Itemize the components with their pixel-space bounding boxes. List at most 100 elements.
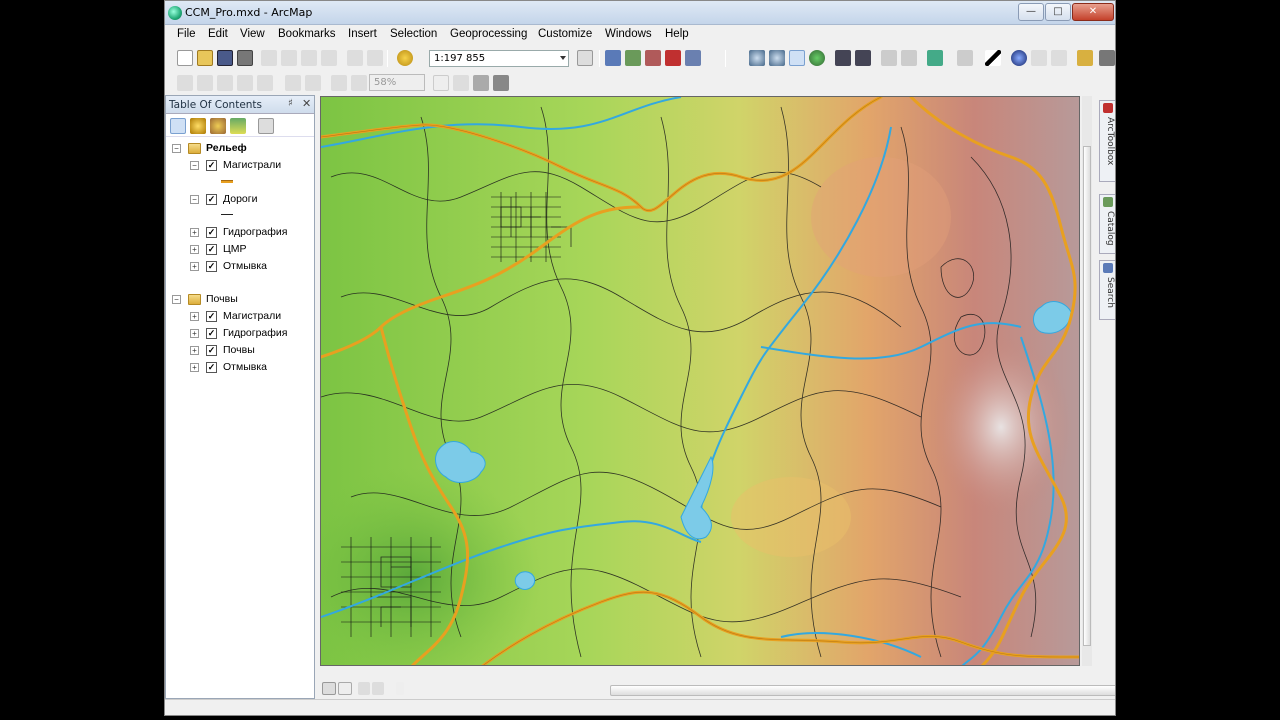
find-icon[interactable] xyxy=(1099,50,1115,66)
copy-icon[interactable] xyxy=(281,50,297,66)
toc-layer[interactable]: + ✓ Гидрография xyxy=(188,225,312,241)
expand-icon[interactable]: + xyxy=(190,228,199,237)
layer-visibility-checkbox[interactable]: ✓ xyxy=(206,328,217,339)
catalog-tab[interactable]: Catalog xyxy=(1099,194,1115,254)
expand-icon[interactable]: + xyxy=(190,346,199,355)
add-data-icon[interactable] xyxy=(397,50,413,66)
pin-icon[interactable]: ♯ xyxy=(288,98,293,109)
layer-visibility-checkbox[interactable]: ✓ xyxy=(206,345,217,356)
select-arrow-icon[interactable] xyxy=(985,50,1001,66)
toc-layer[interactable]: − ✓ Дороги xyxy=(188,192,312,208)
change-layout-icon[interactable] xyxy=(473,75,489,91)
menu-edit[interactable]: Edit xyxy=(208,28,228,40)
toc-layer[interactable]: + ✓ Почвы xyxy=(188,343,312,359)
layout-pan-icon[interactable] xyxy=(217,75,233,91)
layer-visibility-checkbox[interactable]: ✓ xyxy=(206,362,217,373)
new-document-icon[interactable] xyxy=(177,50,193,66)
layer-visibility-checkbox[interactable]: ✓ xyxy=(206,261,217,272)
redo-icon[interactable] xyxy=(367,50,383,66)
list-by-source-icon[interactable] xyxy=(190,118,206,134)
vertical-scroll-thumb[interactable] xyxy=(1083,146,1091,646)
expand-icon[interactable]: + xyxy=(190,363,199,372)
zoom-whole-page-icon[interactable] xyxy=(237,75,253,91)
map-vertical-scrollbar[interactable] xyxy=(1082,96,1092,666)
expand-icon[interactable]: + xyxy=(190,329,199,338)
expand-icon[interactable]: + xyxy=(190,312,199,321)
layer-visibility-checkbox[interactable]: ✓ xyxy=(206,160,217,171)
chevron-down-icon[interactable] xyxy=(560,56,566,60)
data-driven-pages-icon[interactable] xyxy=(493,75,509,91)
toggle-draft-mode-icon[interactable] xyxy=(433,75,449,91)
search-tab[interactable]: Search xyxy=(1099,260,1115,320)
collapse-icon[interactable]: − xyxy=(172,295,181,304)
cut-icon[interactable] xyxy=(261,50,277,66)
layer-visibility-checkbox[interactable]: ✓ xyxy=(206,194,217,205)
menu-bookmarks[interactable]: Bookmarks xyxy=(278,28,336,40)
zoom-100-percent-icon[interactable] xyxy=(257,75,273,91)
layout-zoom-percent-field[interactable]: 58% xyxy=(369,74,425,91)
toc-group-relief[interactable]: − Рельеф xyxy=(170,141,310,157)
toc-group-soils[interactable]: − Почвы xyxy=(170,292,310,308)
zoom-out-icon[interactable] xyxy=(769,50,785,66)
pause-drawing-icon[interactable] xyxy=(372,682,384,695)
list-by-selection-icon[interactable] xyxy=(230,118,246,134)
measure-icon[interactable] xyxy=(1077,50,1093,66)
minimize-button[interactable]: — xyxy=(1018,3,1044,21)
next-page-extent-icon[interactable] xyxy=(351,75,367,91)
clear-selection-icon[interactable] xyxy=(957,50,973,66)
toc-layer[interactable]: + ✓ Отмывка xyxy=(188,259,312,275)
open-folder-icon[interactable] xyxy=(197,50,213,66)
identify-icon[interactable] xyxy=(1011,50,1027,66)
menu-view[interactable]: View xyxy=(240,28,265,40)
toc-layer[interactable]: + ✓ Гидрография xyxy=(188,326,312,342)
list-by-drawing-order-icon[interactable] xyxy=(170,118,186,134)
expand-icon[interactable]: + xyxy=(190,245,199,254)
arctoolbox-icon[interactable] xyxy=(665,50,681,66)
fixed-zoom-in-page-icon[interactable] xyxy=(285,75,301,91)
delete-icon[interactable] xyxy=(321,50,337,66)
print-icon[interactable] xyxy=(237,50,253,66)
menu-geoprocessing[interactable]: Geoprocessing xyxy=(450,28,527,40)
focus-data-frame-icon[interactable] xyxy=(453,75,469,91)
hyperlink-icon[interactable] xyxy=(1031,50,1047,66)
zoom-in-icon[interactable] xyxy=(749,50,765,66)
menu-customize[interactable]: Customize xyxy=(538,28,592,40)
expand-icon[interactable]: + xyxy=(190,262,199,271)
collapse-icon[interactable]: − xyxy=(172,144,181,153)
collapse-icon[interactable]: − xyxy=(190,195,199,204)
map-display[interactable] xyxy=(320,96,1080,666)
close-button[interactable]: ✕ xyxy=(1072,3,1114,21)
catalog-icon[interactable] xyxy=(625,50,641,66)
arctoolbox-tab[interactable]: ArcToolbox xyxy=(1099,100,1115,182)
full-extent-icon[interactable] xyxy=(809,50,825,66)
forward-extent-icon[interactable] xyxy=(901,50,917,66)
layer-visibility-checkbox[interactable]: ✓ xyxy=(206,227,217,238)
refresh-icon[interactable] xyxy=(358,682,370,695)
layer-visibility-checkbox[interactable]: ✓ xyxy=(206,244,217,255)
toc-layer[interactable]: − ✓ Магистрали xyxy=(188,158,312,174)
menu-insert[interactable]: Insert xyxy=(348,28,377,40)
toc-layer[interactable]: + ✓ ЦМР xyxy=(188,242,312,258)
menu-file[interactable]: File xyxy=(177,28,196,40)
paste-icon[interactable] xyxy=(301,50,317,66)
menu-help[interactable]: Help xyxy=(665,28,689,40)
menu-selection[interactable]: Selection xyxy=(390,28,437,40)
terrain-map[interactable] xyxy=(321,97,1080,666)
layer-visibility-checkbox[interactable]: ✓ xyxy=(206,311,217,322)
data-view-icon[interactable] xyxy=(322,682,336,695)
fixed-zoom-out-icon[interactable] xyxy=(855,50,871,66)
menu-windows[interactable]: Windows xyxy=(605,28,652,40)
maximize-button[interactable]: □ xyxy=(1045,3,1071,21)
select-features-icon[interactable] xyxy=(927,50,943,66)
list-by-visibility-icon[interactable] xyxy=(210,118,226,134)
options-icon[interactable] xyxy=(258,118,274,134)
save-icon[interactable] xyxy=(217,50,233,66)
layout-view-icon[interactable] xyxy=(338,682,352,695)
layout-zoom-out-icon[interactable] xyxy=(197,75,213,91)
back-extent-icon[interactable] xyxy=(881,50,897,66)
map-scale-field[interactable]: 1:197 855 xyxy=(429,50,569,67)
previous-page-extent-icon[interactable] xyxy=(331,75,347,91)
toc-layer[interactable]: + ✓ Магистрали xyxy=(188,309,312,325)
collapse-icon[interactable]: − xyxy=(190,161,199,170)
python-window-icon[interactable] xyxy=(685,50,701,66)
